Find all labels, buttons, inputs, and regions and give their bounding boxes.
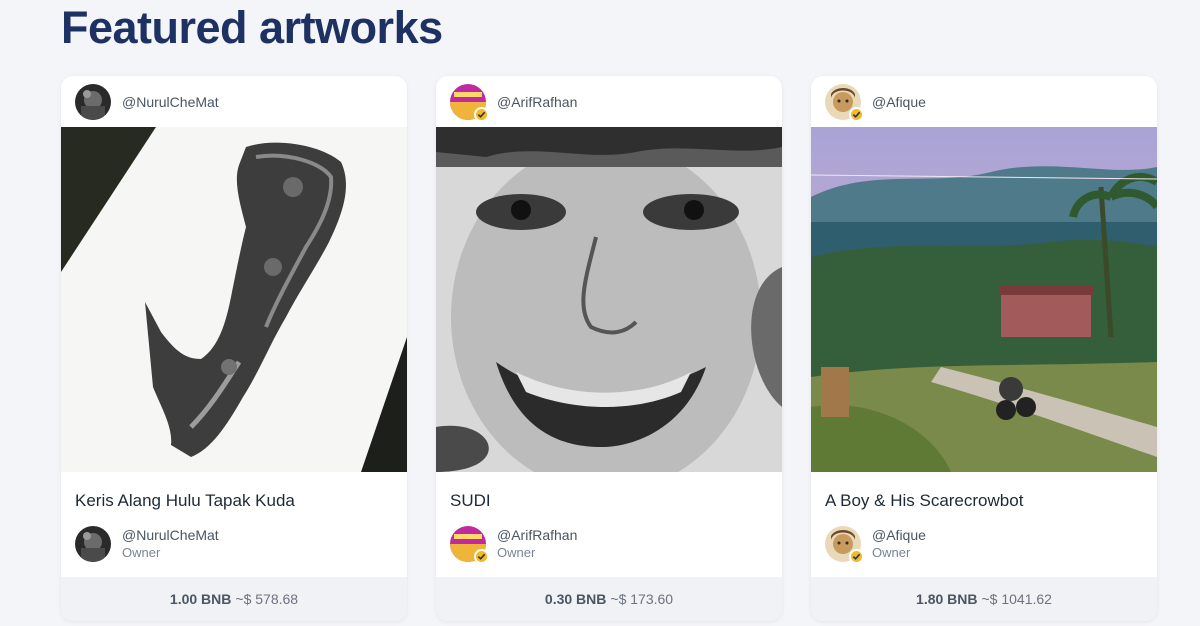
owner-handle[interactable]: @NurulCheMat xyxy=(122,526,219,544)
owner-row[interactable]: @NurulCheMat Owner xyxy=(61,526,407,562)
creator-avatar[interactable] xyxy=(450,83,489,122)
price-usd: ~$ 173.60 xyxy=(610,591,674,607)
price-usd: ~$ 1041.62 xyxy=(981,591,1052,607)
verified-badge-icon xyxy=(849,549,864,564)
verified-badge-icon xyxy=(474,549,489,564)
creator-avatar[interactable] xyxy=(75,83,111,120)
artwork-card-sudi[interactable]: @ArifRafhan SUDI @ArifRafhan Owner 0.30 … xyxy=(436,76,782,621)
owner-handle[interactable]: @Afique xyxy=(872,526,926,544)
artwork-image[interactable] xyxy=(436,127,782,472)
verified-badge-icon xyxy=(849,106,864,122)
owner-handle[interactable]: @ArifRafhan xyxy=(497,526,577,544)
price-bar: 1.80 BNB ~$ 1041.62 xyxy=(811,577,1157,621)
creator-handle[interactable]: @NurulCheMat xyxy=(122,94,219,110)
card-creator-row[interactable]: @ArifRafhan xyxy=(436,76,782,127)
price-bnb: 0.30 BNB xyxy=(544,591,607,607)
creator-handle[interactable]: @ArifRafhan xyxy=(497,94,577,110)
section-title: Featured artworks xyxy=(61,2,443,53)
artwork-image[interactable] xyxy=(61,127,407,472)
owner-avatar[interactable] xyxy=(450,526,489,564)
owner-avatar[interactable] xyxy=(825,526,864,564)
card-creator-row[interactable]: @NurulCheMat xyxy=(61,76,407,127)
artwork-card-boy-scarecrowbot[interactable]: @Afique A Boy & His Scarecrowbot @Afique… xyxy=(811,76,1157,621)
price-bar: 1.00 BNB ~$ 578.68 xyxy=(61,577,407,621)
creator-avatar[interactable] xyxy=(825,83,864,122)
price-bnb: 1.00 BNB xyxy=(169,591,232,607)
price-bnb: 1.80 BNB xyxy=(916,591,978,607)
card-creator-row[interactable]: @Afique xyxy=(811,76,1157,127)
featured-artworks-list: @NurulCheMat Keris Alang Hulu Tapak Kuda xyxy=(61,76,1157,621)
owner-role-label: Owner xyxy=(497,545,536,560)
creator-handle[interactable]: @Afique xyxy=(872,94,926,110)
owner-row[interactable]: @Afique Owner xyxy=(811,526,1157,564)
artwork-image[interactable] xyxy=(811,127,1157,472)
owner-row[interactable]: @ArifRafhan Owner xyxy=(436,526,782,564)
verified-badge-icon xyxy=(474,106,489,122)
artwork-title[interactable]: SUDI xyxy=(436,472,782,522)
price-bar: 0.30 BNB ~$ 173.60 xyxy=(436,577,782,621)
artwork-title[interactable]: A Boy & His Scarecrowbot xyxy=(811,472,1157,522)
price-usd: ~$ 578.68 xyxy=(235,591,299,607)
artwork-card-keris[interactable]: @NurulCheMat Keris Alang Hulu Tapak Kuda xyxy=(61,76,407,621)
artwork-title[interactable]: Keris Alang Hulu Tapak Kuda xyxy=(61,472,407,522)
owner-avatar[interactable] xyxy=(75,526,111,562)
owner-role-label: Owner xyxy=(872,545,911,560)
owner-role-label: Owner xyxy=(122,545,161,560)
